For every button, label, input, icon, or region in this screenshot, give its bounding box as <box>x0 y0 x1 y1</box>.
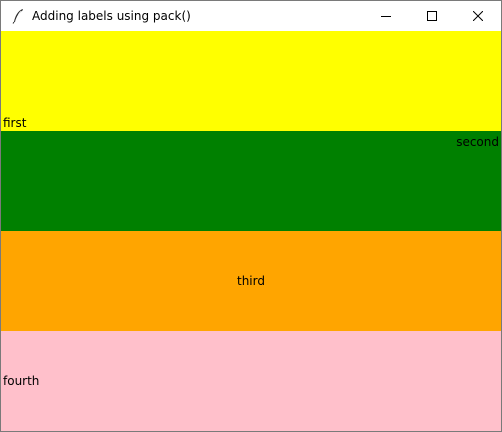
label-third-band: third <box>1 231 501 331</box>
label-second-band: second <box>1 131 501 231</box>
maximize-icon <box>427 11 437 21</box>
content-area: first second third fourth <box>1 31 501 431</box>
label-first: first <box>3 116 27 130</box>
feather-icon <box>12 9 23 24</box>
title-bar[interactable]: Adding labels using pack() <box>1 1 501 31</box>
window-title: Adding labels using pack() <box>32 9 191 23</box>
label-third: third <box>237 274 265 288</box>
close-button[interactable] <box>455 1 501 31</box>
close-icon <box>473 11 483 21</box>
label-second: second <box>456 135 499 149</box>
label-first-band: first <box>1 31 501 131</box>
label-fourth-band: fourth <box>1 331 501 431</box>
app-window: Adding labels using pack() first second … <box>0 0 502 432</box>
minimize-icon <box>381 16 391 17</box>
maximize-button[interactable] <box>409 1 455 31</box>
label-fourth: fourth <box>3 374 40 388</box>
minimize-button[interactable] <box>363 1 409 31</box>
